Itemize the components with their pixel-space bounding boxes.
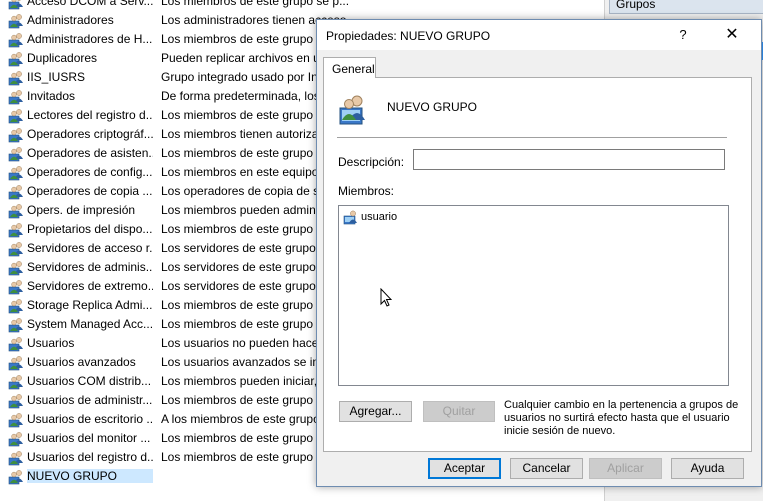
ok-button[interactable]: Aceptar [428, 458, 501, 479]
group-icon [8, 241, 24, 257]
group-row-name: Operadores de config... [27, 165, 153, 179]
help-title-button[interactable]: ? [671, 24, 695, 46]
group-row-name: Opers. de impresión [27, 203, 136, 217]
group-row-name: Administradores de H... [27, 32, 153, 46]
remove-button[interactable]: Quitar [423, 401, 495, 422]
properties-dialog: Propiedades: NUEVO GRUPO ? ✕ General NUE… [316, 19, 762, 487]
group-icon [8, 393, 24, 409]
group-icon [8, 469, 24, 485]
group-icon [8, 108, 24, 124]
group-row-name: Lectores del registro d... [27, 108, 153, 122]
group-icon [8, 298, 24, 314]
group-row-name: System Managed Acc... [27, 317, 153, 331]
user-icon [343, 209, 359, 225]
group-row-name: Usuarios avanzados [27, 355, 136, 369]
separator [337, 137, 727, 138]
group-row-description: Los miembros de este grupo se p... [161, 0, 350, 8]
group-icon [8, 32, 24, 48]
help-button[interactable]: Ayuda [671, 458, 744, 479]
group-icon [8, 165, 24, 181]
group-row-name: Usuarios de escritorio ... [27, 412, 153, 426]
group-row-name: Servidores de extremo... [27, 279, 153, 293]
members-label: Miembros: [338, 184, 395, 198]
group-name: NUEVO GRUPO [387, 100, 478, 114]
group-row-name: Operadores de asisten... [27, 146, 153, 160]
group-row-name: Acceso DCOM a Serv... [27, 0, 153, 8]
mouse-cursor-icon [380, 288, 392, 307]
group-icon [8, 317, 24, 333]
dialog-titlebar[interactable]: Propiedades: NUEVO GRUPO ? ✕ [317, 20, 761, 50]
add-button[interactable]: Agregar... [339, 401, 412, 422]
group-icon [8, 127, 24, 143]
group-row-name: Usuarios del registro d... [27, 450, 153, 464]
group-icon [8, 222, 24, 238]
group-icon [8, 336, 24, 352]
group-row-name: Usuarios del monitor ... [27, 431, 151, 445]
member-name: usuario [361, 211, 398, 223]
tab-general-label: General [332, 62, 375, 76]
group-row-name: Administradores [27, 13, 114, 27]
group-icon [8, 51, 24, 67]
group-icon [8, 146, 24, 162]
group-row[interactable]: Acceso DCOM a Serv... Los miembros de est… [0, 0, 604, 11]
close-button[interactable]: ✕ [717, 24, 747, 46]
description-label: Descripción: [338, 155, 405, 169]
group-icon [8, 89, 24, 105]
group-row-name: NUEVO GRUPO [27, 469, 153, 483]
group-icon [8, 260, 24, 276]
group-icon [8, 70, 24, 86]
tab-general[interactable]: General [323, 57, 376, 78]
group-row-name: Storage Replica Admi... [27, 298, 153, 312]
group-icon [8, 203, 24, 219]
group-row-name: Servidores de adminis... [27, 260, 153, 274]
actions-header-label: Grupos [616, 0, 656, 11]
dialog-title: Propiedades: NUEVO GRUPO [326, 29, 491, 43]
apply-button[interactable]: Aplicar [589, 458, 662, 479]
group-row-name: Usuarios [27, 336, 75, 350]
group-icon [8, 450, 24, 466]
membership-note: Cualquier cambio en la pertenencia a gru… [504, 399, 739, 437]
actions-header[interactable]: Grupos [609, 0, 763, 14]
group-icon [8, 0, 24, 10]
group-icon [8, 13, 24, 29]
group-row-name: IIS_IUSRS [27, 70, 86, 84]
group-row-name: Operadores de copia ... [27, 184, 153, 198]
group-row-name: Operadores criptográf... [27, 127, 153, 141]
group-row-name: Servidores de acceso r... [27, 241, 153, 255]
group-icon [8, 279, 24, 295]
group-icon [8, 412, 24, 428]
group-row-name: Propietarios del dispo... [27, 222, 153, 236]
group-row-name: Usuarios COM distrib... [27, 374, 152, 388]
group-icon [8, 355, 24, 371]
group-row-name: Usuarios de administr... [27, 393, 153, 407]
cancel-button[interactable]: Cancelar [510, 458, 583, 479]
members-list[interactable]: usuario [338, 205, 729, 386]
group-icon [8, 374, 24, 390]
group-row-name: Duplicadores [27, 51, 98, 65]
group-icon [8, 431, 24, 447]
description-field[interactable] [413, 149, 725, 170]
group-large-icon [339, 95, 365, 125]
group-icon [8, 184, 24, 200]
group-row-name: Invitados [27, 89, 76, 103]
